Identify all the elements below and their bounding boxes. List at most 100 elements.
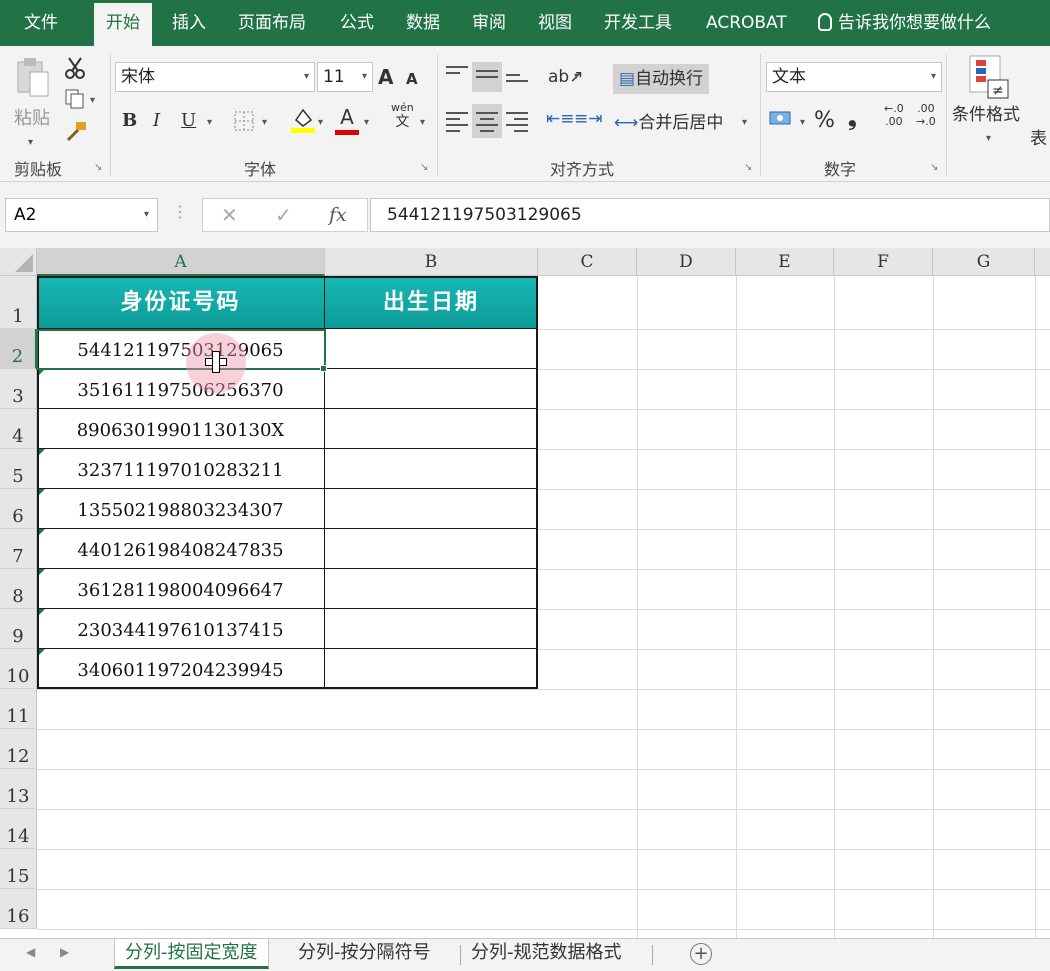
merge-dropdown-icon[interactable]: ▾ [742,108,747,138]
merge-center-button[interactable]: ⟷合并后居中 [614,108,723,138]
cell-a1-header[interactable]: 身份证号码 [37,276,325,329]
column-header-f[interactable]: F [834,248,933,276]
formula-input[interactable]: 544121197503129065 [370,198,1050,232]
tell-me-search[interactable]: 告诉我你想要做什么 [818,0,991,46]
align-center-icon[interactable] [472,104,502,138]
alignment-launcher-icon[interactable]: ↘ [744,162,752,173]
fill-color-icon[interactable] [290,106,316,138]
column-header-b[interactable]: B [325,248,538,276]
column-header-g[interactable]: G [933,248,1035,276]
tab-page-layout[interactable]: 页面布局 [226,0,318,46]
align-left-icon[interactable] [446,108,468,136]
borders-dropdown-icon[interactable]: ▾ [262,108,267,138]
row-header-8[interactable]: 8 [0,569,37,609]
tab-formulas[interactable]: 公式 [328,0,386,46]
cell-b1-header[interactable]: 出生日期 [325,276,538,329]
sheet-tab-delimiter[interactable]: 分列-按分隔符号 [288,939,441,969]
decrease-decimal-button[interactable]: .00 →.0 [916,102,936,132]
italic-button[interactable]: I [153,106,160,136]
cell-b5[interactable] [325,449,538,489]
font-color-dropdown-icon[interactable]: ▾ [364,108,369,138]
name-box[interactable]: A2 ▾ [5,198,158,232]
sheet-tab-normalize-format[interactable]: 分列-规范数据格式 [461,939,632,969]
cell-b6[interactable] [325,489,538,529]
row-header-9[interactable]: 9 [0,609,37,649]
orientation-dropdown-icon[interactable]: ▾ [574,62,579,92]
cell-b9[interactable] [325,609,538,649]
row-header-3[interactable]: 3 [0,369,37,409]
insert-function-button[interactable]: fx [329,199,347,231]
phonetic-guide-button[interactable]: wén 文 [391,101,414,131]
row-header-7[interactable]: 7 [0,529,37,569]
cell-a4[interactable]: 89063019901130130X [37,409,325,449]
tab-insert[interactable]: 插入 [160,0,218,46]
increase-indent-icon[interactable]: ≡⇥ [574,104,603,134]
increase-decimal-button[interactable]: ←.0.00 [884,102,904,132]
cut-icon[interactable] [64,56,86,84]
comma-style-button[interactable]: ❟ [848,104,857,134]
row-header-15[interactable]: 15 [0,849,37,889]
conditional-format-icon[interactable]: ≠ [968,54,1012,104]
percent-button[interactable]: % [814,106,835,136]
cell-a7[interactable]: 440126198408247835 [37,529,325,569]
cell-b8[interactable] [325,569,538,609]
fill-handle[interactable] [320,365,327,372]
tab-file[interactable]: 文件 [12,0,70,46]
row-header-2[interactable]: 2 [0,329,37,369]
row-header-10[interactable]: 10 [0,649,37,689]
font-launcher-icon[interactable]: ↘ [420,162,428,173]
cell-a9[interactable]: 230344197610137415 [37,609,325,649]
align-middle-icon[interactable] [472,62,502,92]
cell-b4[interactable] [325,409,538,449]
format-painter-icon[interactable] [64,120,88,146]
cell-a8[interactable]: 361281198004096647 [37,569,325,609]
row-header-14[interactable]: 14 [0,809,37,849]
tab-data[interactable]: 数据 [394,0,452,46]
shrink-font-button[interactable]: A [406,64,418,94]
font-color-button[interactable]: A [334,102,360,135]
add-sheet-icon[interactable]: + [690,943,712,965]
row-header-5[interactable]: 5 [0,449,37,489]
number-format-combo[interactable]: 文本 ▾ [766,62,942,92]
tab-home[interactable]: 开始 [94,3,152,46]
row-header-16[interactable]: 16 [0,889,37,929]
cell-b10[interactable] [325,649,538,689]
cell-b3[interactable] [325,369,538,409]
row-header-6[interactable]: 6 [0,489,37,529]
grow-font-button[interactable]: A [378,62,393,92]
align-bottom-icon[interactable] [506,70,528,86]
column-header-e[interactable]: E [736,248,834,276]
font-name-combo[interactable]: 宋体 ▾ [115,62,315,92]
cell-a10[interactable]: 340601197204239945 [37,649,325,689]
row-header-13[interactable]: 13 [0,769,37,809]
font-size-combo[interactable]: 11 ▾ [317,62,373,92]
number-launcher-icon[interactable]: ↘ [930,162,938,173]
bold-button[interactable]: B [122,106,137,136]
spreadsheet-grid[interactable]: A B C D E F G 1 2 3 4 5 6 7 8 9 10 11 12… [0,248,1050,938]
accounting-format-icon[interactable] [768,108,794,134]
copy-dropdown-icon[interactable]: ▾ [90,86,95,116]
align-right-icon[interactable] [506,108,528,136]
decrease-indent-icon[interactable]: ⇤≡ [546,104,575,134]
align-top-icon[interactable] [446,62,468,78]
cell-a3[interactable]: 351611197506256370 [37,369,325,409]
underline-dropdown-icon[interactable]: ▾ [207,108,212,138]
column-header-d[interactable]: D [637,248,736,276]
copy-icon[interactable] [64,88,86,114]
next-sheet-icon[interactable]: ▶ [60,945,69,959]
tab-developer[interactable]: 开发工具 [592,0,684,46]
row-header-1[interactable]: 1 [0,276,37,329]
row-header-11[interactable]: 11 [0,689,37,729]
formula-bar-grip-icon[interactable]: ⋮ [172,202,188,221]
cell-a6[interactable]: 135502198803234307 [37,489,325,529]
tab-acrobat[interactable]: ACROBAT [694,0,799,46]
sheet-tab-fixed-width[interactable]: 分列-按固定宽度 [114,939,269,969]
enter-icon[interactable]: ✓ [275,199,292,231]
paste-icon[interactable] [12,56,52,100]
underline-button[interactable]: U [181,106,196,136]
column-header-a[interactable]: A [37,248,325,276]
row-header-12[interactable]: 12 [0,729,37,769]
column-header-c[interactable]: C [538,248,637,276]
cell-b7[interactable] [325,529,538,569]
wrap-text-button[interactable]: ▤自动换行 [613,64,710,94]
